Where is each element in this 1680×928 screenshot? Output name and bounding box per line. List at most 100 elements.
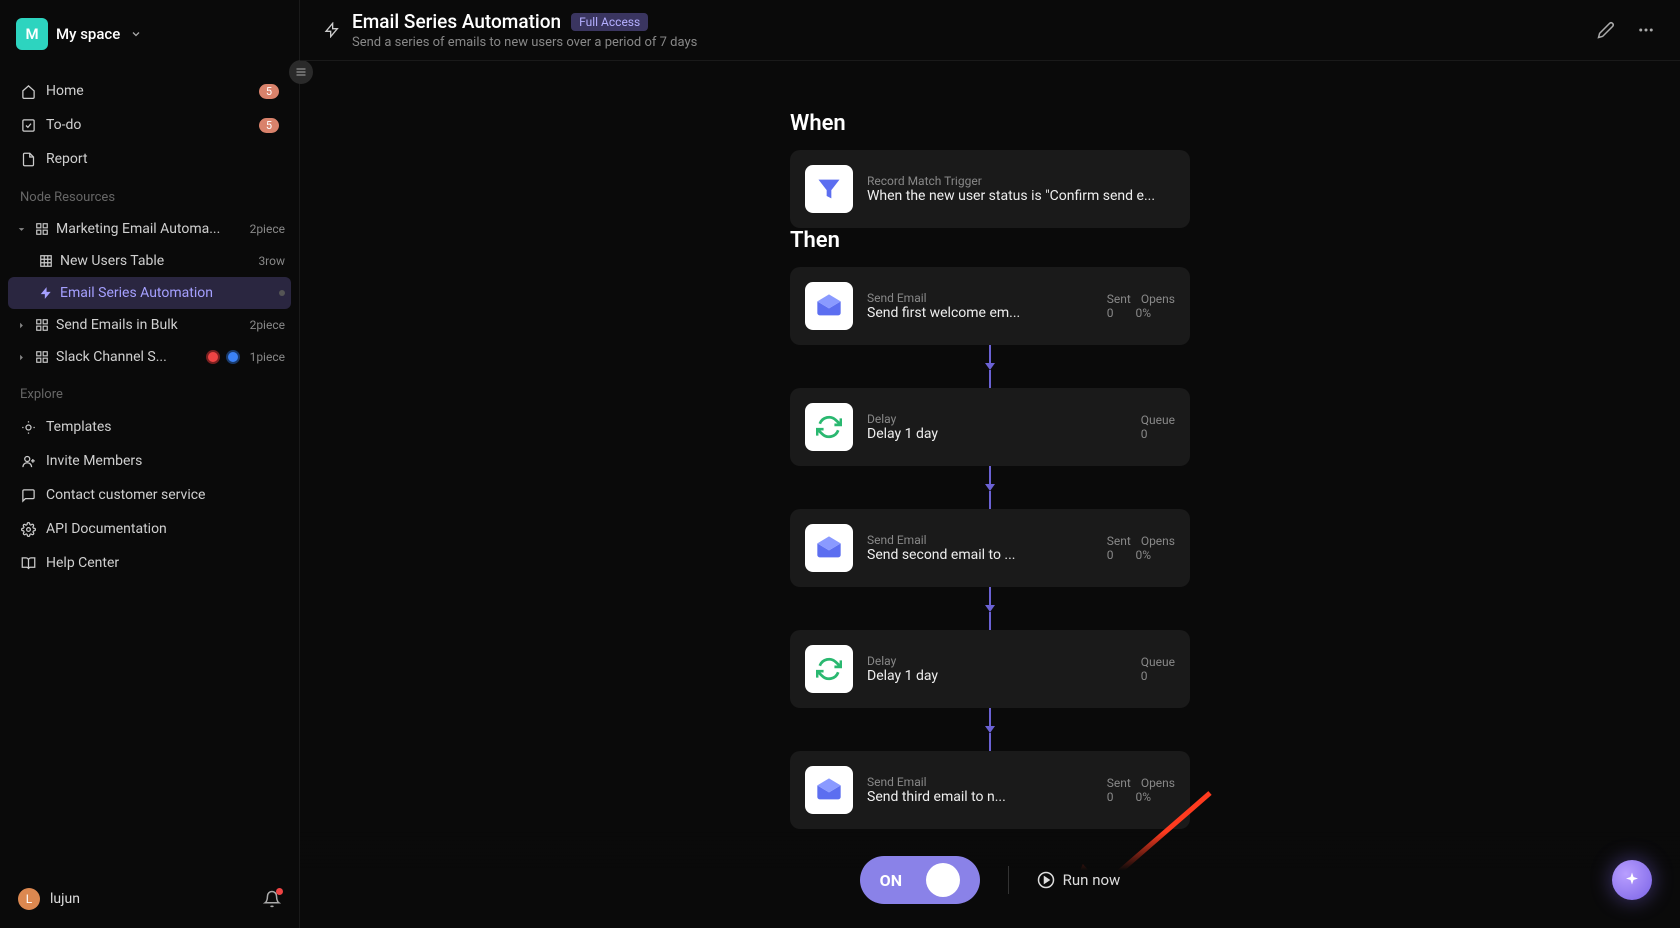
section-node-resources: Node Resources	[8, 176, 291, 213]
trigger-node[interactable]: Record Match Trigger When the new user s…	[790, 150, 1190, 228]
explore-help[interactable]: Help Center	[8, 546, 291, 580]
chevron-right-icon[interactable]	[14, 318, 28, 332]
book-icon	[20, 555, 36, 571]
user-plus-icon	[20, 453, 36, 469]
status-dot-icon	[279, 290, 285, 296]
mail-icon	[805, 524, 853, 572]
mail-icon	[805, 766, 853, 814]
step-title: Send second email to ...	[867, 547, 1093, 563]
when-heading: When	[790, 111, 1190, 136]
main: Email Series Automation Full Access Send…	[300, 0, 1680, 928]
connector-icon	[790, 466, 1190, 509]
explore-invite[interactable]: Invite Members	[8, 444, 291, 478]
toggle-knob	[926, 863, 960, 897]
nav-home-badge: 5	[259, 84, 279, 99]
tree-send-bulk-label: Send Emails in Bulk	[56, 317, 240, 333]
chevron-down-icon	[128, 26, 144, 42]
explore-help-label: Help Center	[46, 555, 279, 571]
explore-api-label: API Documentation	[46, 521, 279, 537]
chat-icon	[20, 487, 36, 503]
nav-todo[interactable]: To-do 5	[8, 108, 291, 142]
automation-toggle[interactable]: ON	[860, 856, 980, 904]
step-type: Delay	[867, 412, 1127, 426]
nav-home[interactable]: Home 5	[8, 74, 291, 108]
run-now-button[interactable]: Run now	[1037, 871, 1121, 889]
step-stats: SentOpens00%	[1107, 776, 1175, 804]
bolt-icon	[38, 285, 54, 301]
step-stats: Queue0	[1141, 413, 1175, 441]
status-info-icon	[226, 350, 240, 364]
filter-icon	[805, 165, 853, 213]
tree-email-series-automation[interactable]: Email Series Automation	[8, 277, 291, 309]
user-avatar[interactable]: L	[18, 888, 40, 910]
grid-icon	[34, 317, 50, 333]
explore-invite-label: Invite Members	[46, 453, 279, 469]
bolt-icon	[324, 22, 340, 38]
table-icon	[38, 253, 54, 269]
email-step-node[interactable]: Send EmailSend second email to ... SentOp…	[790, 509, 1190, 587]
workspace-name: My space	[56, 25, 120, 43]
refresh-icon	[805, 403, 853, 451]
trigger-type: Record Match Trigger	[867, 174, 1175, 188]
nav-report[interactable]: Report	[8, 142, 291, 176]
grid-icon	[34, 349, 50, 365]
document-icon	[20, 151, 36, 167]
tree-send-bulk-meta: 2piece	[250, 318, 285, 332]
workspace-switcher[interactable]: M My space	[8, 8, 291, 60]
nav-home-label: Home	[46, 83, 249, 99]
tree-send-emails-bulk[interactable]: Send Emails in Bulk 2piece	[8, 309, 291, 341]
automation-canvas[interactable]: When Record Match Trigger When the new u…	[300, 61, 1680, 928]
chevron-right-icon[interactable]	[14, 350, 28, 364]
explore-api[interactable]: API Documentation	[8, 512, 291, 546]
tree-new-users-label: New Users Table	[60, 253, 248, 269]
toggle-label: ON	[880, 871, 902, 890]
tree-slack-channel[interactable]: Slack Channel S... 1piece	[8, 341, 291, 373]
bottom-controls: ON Run now	[300, 832, 1680, 928]
step-title: Send first welcome em...	[867, 305, 1093, 321]
step-stats: SentOpens00%	[1107, 534, 1175, 562]
tree-slack-label: Slack Channel S...	[56, 349, 200, 365]
refresh-icon	[805, 645, 853, 693]
workspace-avatar: M	[16, 18, 48, 50]
check-icon	[20, 117, 36, 133]
run-now-label: Run now	[1063, 871, 1121, 889]
home-icon	[20, 83, 36, 99]
nav-todo-label: To-do	[46, 117, 249, 133]
grid-icon	[34, 221, 50, 237]
notifications-button[interactable]	[263, 890, 281, 908]
step-title: Send third email to n...	[867, 789, 1093, 805]
step-type: Send Email	[867, 533, 1093, 547]
mail-icon	[805, 282, 853, 330]
email-step-node[interactable]: Send EmailSend first welcome em... SentOp…	[790, 267, 1190, 345]
delay-step-node[interactable]: DelayDelay 1 dayQueue0	[790, 630, 1190, 708]
connector-icon	[790, 708, 1190, 751]
access-badge: Full Access	[571, 13, 648, 31]
explore-templates-label: Templates	[46, 419, 279, 435]
divider	[1008, 866, 1009, 894]
section-explore: Explore	[8, 373, 291, 410]
sidebar: M My space Home 5 To-do 5 Report Node Re…	[0, 0, 300, 928]
more-button[interactable]	[1636, 20, 1656, 40]
fab-create-button[interactable]	[1612, 860, 1652, 900]
user-name: lujun	[50, 891, 80, 907]
chevron-down-icon[interactable]	[14, 222, 28, 236]
tree-new-users-meta: 3row	[258, 254, 285, 268]
then-heading: Then	[790, 228, 1190, 253]
explore-contact[interactable]: Contact customer service	[8, 478, 291, 512]
explore-templates[interactable]: Templates	[8, 410, 291, 444]
connector-icon	[790, 345, 1190, 388]
step-type: Send Email	[867, 291, 1093, 305]
step-type: Send Email	[867, 775, 1093, 789]
notif-dot-icon	[276, 888, 283, 895]
explore-contact-label: Contact customer service	[46, 487, 279, 503]
step-title: Delay 1 day	[867, 668, 1127, 684]
tree-marketing-label: Marketing Email Automa...	[56, 221, 240, 237]
delay-step-node[interactable]: DelayDelay 1 dayQueue0	[790, 388, 1190, 466]
tree-new-users-table[interactable]: New Users Table 3row	[8, 245, 291, 277]
tree-marketing-automation[interactable]: Marketing Email Automa... 2piece	[8, 213, 291, 245]
topbar: Email Series Automation Full Access Send…	[300, 0, 1680, 61]
edit-button[interactable]	[1596, 20, 1616, 40]
step-stats: SentOpens00%	[1107, 292, 1175, 320]
nav-report-label: Report	[46, 151, 279, 167]
email-step-node[interactable]: Send EmailSend third email to n... SentOp…	[790, 751, 1190, 829]
